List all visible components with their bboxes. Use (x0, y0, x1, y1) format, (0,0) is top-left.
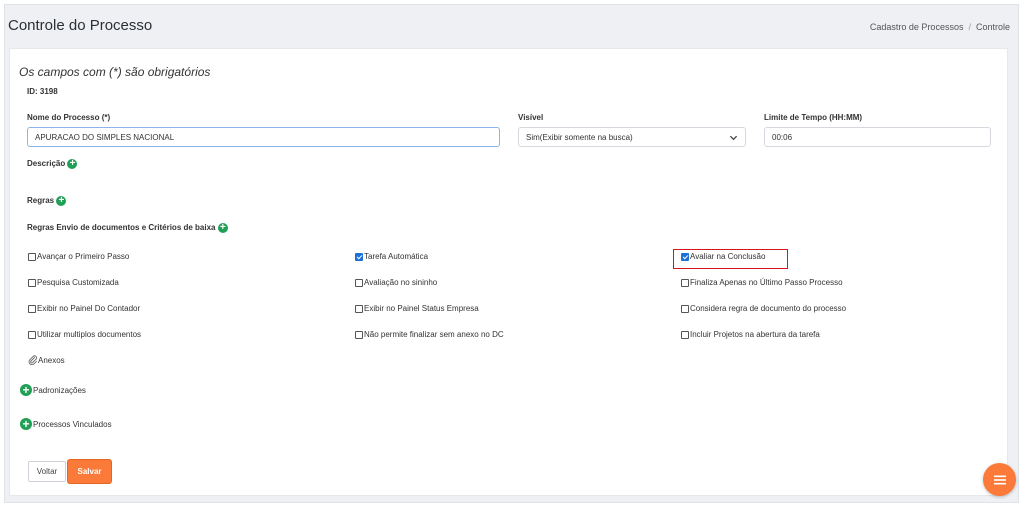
plus-circle-icon[interactable]: + (217, 223, 228, 233)
checkbox-avancar-primeiro-passo[interactable]: Avançar o Primeiro Passo (28, 252, 129, 261)
visivel-selected-value: Sim(Exibir somente na busca) (526, 132, 633, 142)
regras-envio-label: Regras Envio de documentos e Critérios d… (27, 223, 216, 233)
padronizacoes-row[interactable]: + Padronizações (20, 384, 86, 396)
checkbox-box[interactable] (355, 304, 363, 313)
menu-icon (993, 475, 1006, 484)
checkbox-label: Finaliza Apenas no Último Passo Processo (690, 278, 843, 287)
checkbox-box[interactable] (355, 278, 363, 287)
checkbox-label: Exibir no Painel Status Empresa (364, 304, 479, 313)
checkbox-label: Tarefa Automática (364, 252, 429, 261)
checkbox-label: Avaliação no sininho (364, 278, 438, 287)
nome-processo-input[interactable]: APURACAO DO SIMPLES NACIONAL (27, 127, 500, 147)
plus-circle-icon[interactable]: + (20, 384, 32, 396)
limite-tempo-label: Limite de Tempo (HH:MM) (764, 113, 863, 122)
checkbox-box[interactable] (681, 330, 689, 339)
padronizacoes-label: Padronizações (33, 385, 86, 395)
processos-vinculados-row[interactable]: + Processos Vinculados (20, 418, 112, 430)
page-title: Controle do Processo (8, 17, 153, 34)
regras-row: Regras + (27, 196, 67, 206)
visivel-label: Visível (518, 113, 544, 122)
required-fields-note: Os campos com (*) são obrigatórios (19, 65, 211, 79)
checkbox-box[interactable] (28, 330, 36, 339)
checkbox-finaliza-ultimo-passo[interactable]: Finaliza Apenas no Último Passo Processo (681, 278, 843, 287)
plus-circle-icon[interactable]: + (20, 418, 32, 430)
checkbox-painel-status-empresa[interactable]: Exibir no Painel Status Empresa (355, 304, 479, 313)
checkbox-label: Utilizar multiplos documentos (37, 330, 142, 339)
checkbox-label: Avançar o Primeiro Passo (37, 252, 130, 261)
paperclip-icon (28, 355, 38, 365)
checkbox-label: Considera regra de documento do processo (690, 304, 847, 313)
visivel-select[interactable]: Sim(Exibir somente na busca) (518, 127, 746, 147)
descricao-label: Descrição (27, 159, 66, 169)
checkbox-label: Exibir no Painel Do Contador (37, 304, 141, 313)
breadcrumb-separator: / (968, 22, 971, 32)
checkbox-nao-permite-finalizar[interactable]: Não permite finalizar sem anexo no DC (355, 330, 504, 339)
checkbox-box[interactable] (681, 304, 689, 313)
checkbox-box[interactable] (28, 304, 36, 313)
processos-vinculados-label: Processos Vinculados (33, 419, 112, 429)
salvar-button[interactable]: Salvar (68, 460, 111, 483)
regras-label: Regras (27, 196, 55, 206)
highlight-box (673, 249, 788, 269)
breadcrumb-link-cadastro[interactable]: Cadastro de Processos (870, 22, 964, 32)
breadcrumb: Cadastro de Processos / Controle (870, 22, 1010, 32)
checkbox-pesquisa-customizada[interactable]: Pesquisa Customizada (28, 278, 119, 287)
anexos-link[interactable]: Anexos (28, 355, 65, 365)
checkbox-label: Pesquisa Customizada (37, 278, 119, 287)
plus-circle-icon[interactable]: + (56, 196, 67, 206)
process-id: ID: 3198 (27, 87, 58, 96)
breadcrumb-current: Controle (975, 22, 1010, 32)
anexos-label: Anexos (38, 355, 65, 365)
floating-menu-button[interactable] (983, 463, 1016, 496)
checkbox-considera-regra-documento[interactable]: Considera regra de documento do processo (681, 304, 846, 313)
checkbox-label: Não permite finalizar sem anexo no DC (364, 330, 504, 339)
checkbox-multiplos-documentos[interactable]: Utilizar multiplos documentos (28, 330, 141, 339)
checkbox-box[interactable] (28, 252, 36, 261)
checkbox-box[interactable] (355, 252, 363, 261)
checkbox-box[interactable] (28, 278, 36, 287)
checkbox-incluir-projetos[interactable]: Incluir Projetos na abertura da tarefa (681, 330, 820, 339)
checkbox-box[interactable] (681, 278, 689, 287)
nome-processo-label: Nome do Processo (*) (27, 113, 111, 122)
plus-circle-icon[interactable]: + (67, 159, 78, 169)
limite-tempo-input[interactable]: 00:06 (764, 127, 991, 147)
checkbox-box[interactable] (355, 330, 363, 339)
checkbox-painel-contador[interactable]: Exibir no Painel Do Contador (28, 304, 140, 313)
checkbox-tarefa-automatica[interactable]: Tarefa Automática (355, 252, 428, 261)
chevron-down-icon (729, 135, 738, 141)
descricao-row: Descrição + (27, 159, 78, 169)
checkbox-label: Incluir Projetos na abertura da tarefa (690, 330, 820, 339)
regras-envio-row: Regras Envio de documentos e Critérios d… (27, 223, 228, 233)
checkbox-avaliacao-sininho[interactable]: Avaliação no sininho (355, 278, 437, 287)
voltar-button[interactable]: Voltar (28, 461, 66, 482)
